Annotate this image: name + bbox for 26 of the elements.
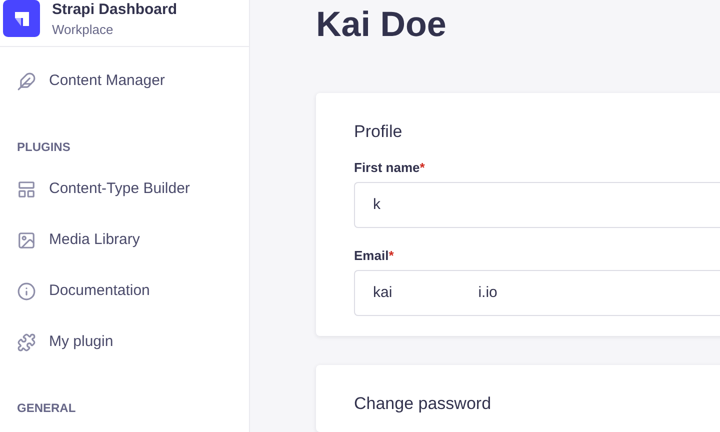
feather-icon <box>17 72 36 90</box>
nav-link[interactable]: Documentation <box>17 273 249 309</box>
brand-subtitle: Workplace <box>52 21 114 39</box>
field-label: Email <box>354 248 389 264</box>
field-value: k <box>373 194 380 215</box>
puzzle-icon <box>17 332 36 352</box>
field-value: i.io <box>478 282 498 303</box>
required-mark: * <box>388 248 394 264</box>
card-title: Profile <box>354 121 404 143</box>
nav-link[interactable]: Content Manager <box>17 63 249 99</box>
field-label: First name <box>354 160 420 176</box>
page-title: Kai Doe <box>316 4 448 46</box>
image-icon <box>17 230 36 250</box>
layout-icon <box>17 180 36 198</box>
field-value: kai <box>373 282 392 303</box>
nav-link[interactable]: Media Library <box>17 222 249 258</box>
input-field[interactable]: kai i.io <box>354 270 720 316</box>
card-title: Change password <box>354 393 492 415</box>
required-mark: * <box>420 160 425 176</box>
section-heading: PLUGINS <box>17 139 72 153</box>
brand-title: Strapi Dashboard <box>52 0 178 20</box>
nav-link[interactable]: Content-Type Builder <box>17 171 249 207</box>
info-icon <box>17 282 36 300</box>
section-heading: GENERAL <box>17 400 77 414</box>
input-field[interactable]: k <box>354 182 720 228</box>
nav-link[interactable]: My plugin <box>17 324 249 360</box>
